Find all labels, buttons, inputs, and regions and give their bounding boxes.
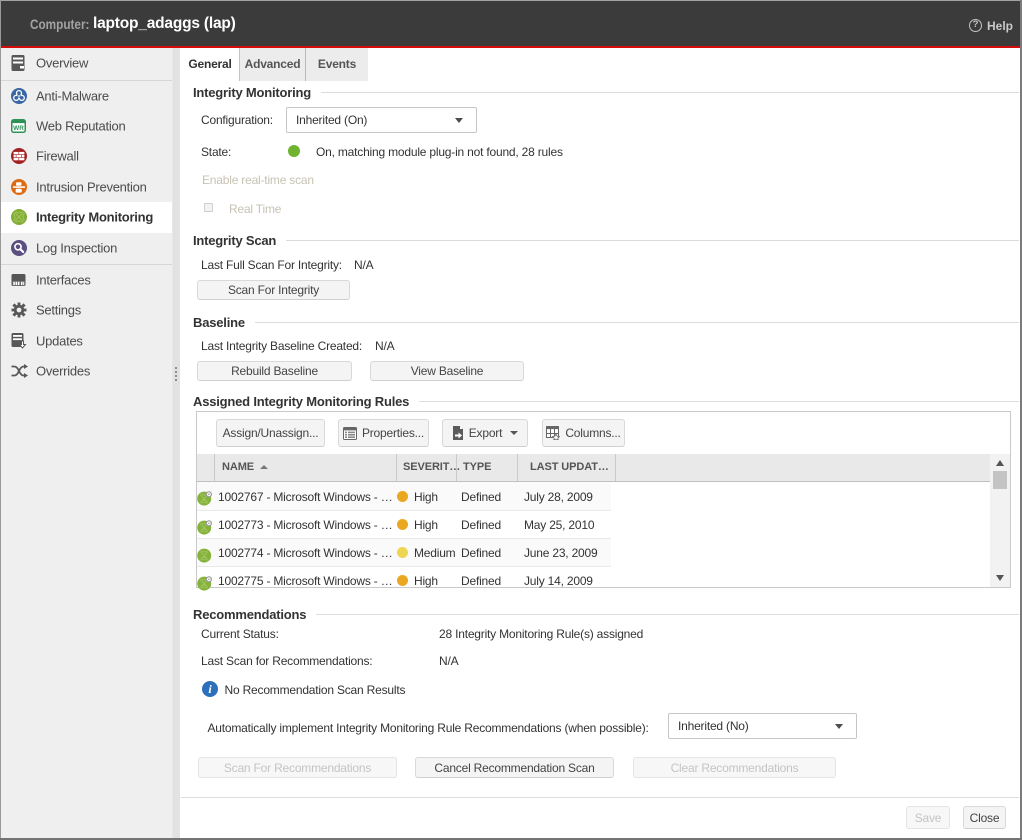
svg-text:WR: WR: [13, 125, 24, 132]
